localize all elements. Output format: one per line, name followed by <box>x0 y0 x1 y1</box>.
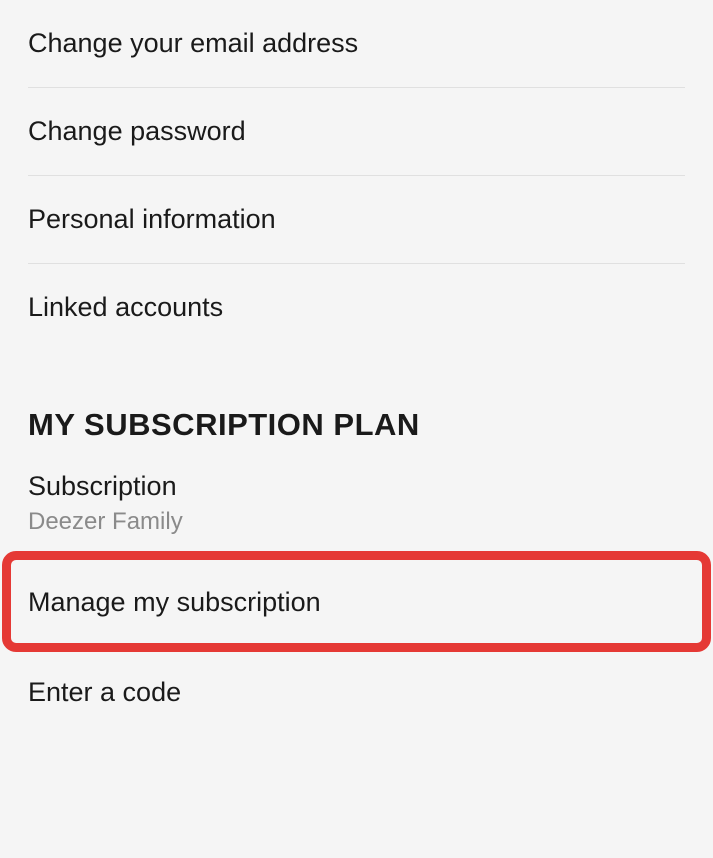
change-email-label: Change your email address <box>28 28 685 59</box>
change-email-item[interactable]: Change your email address <box>28 0 685 88</box>
manage-subscription-item[interactable]: Manage my subscription <box>28 557 685 649</box>
enter-code-item[interactable]: Enter a code <box>28 649 685 736</box>
change-password-item[interactable]: Change password <box>28 88 685 176</box>
subscription-plan-header: MY SUBSCRIPTION PLAN <box>28 407 685 443</box>
subscription-item[interactable]: Subscription Deezer Family <box>28 443 685 557</box>
enter-code-label: Enter a code <box>28 677 685 708</box>
linked-accounts-item[interactable]: Linked accounts <box>28 264 685 351</box>
manage-subscription-label: Manage my subscription <box>28 587 685 618</box>
subscription-label: Subscription <box>28 471 685 502</box>
change-password-label: Change password <box>28 116 685 147</box>
subscription-value: Deezer Family <box>28 508 685 536</box>
personal-information-item[interactable]: Personal information <box>28 176 685 264</box>
linked-accounts-label: Linked accounts <box>28 292 685 323</box>
personal-information-label: Personal information <box>28 204 685 235</box>
